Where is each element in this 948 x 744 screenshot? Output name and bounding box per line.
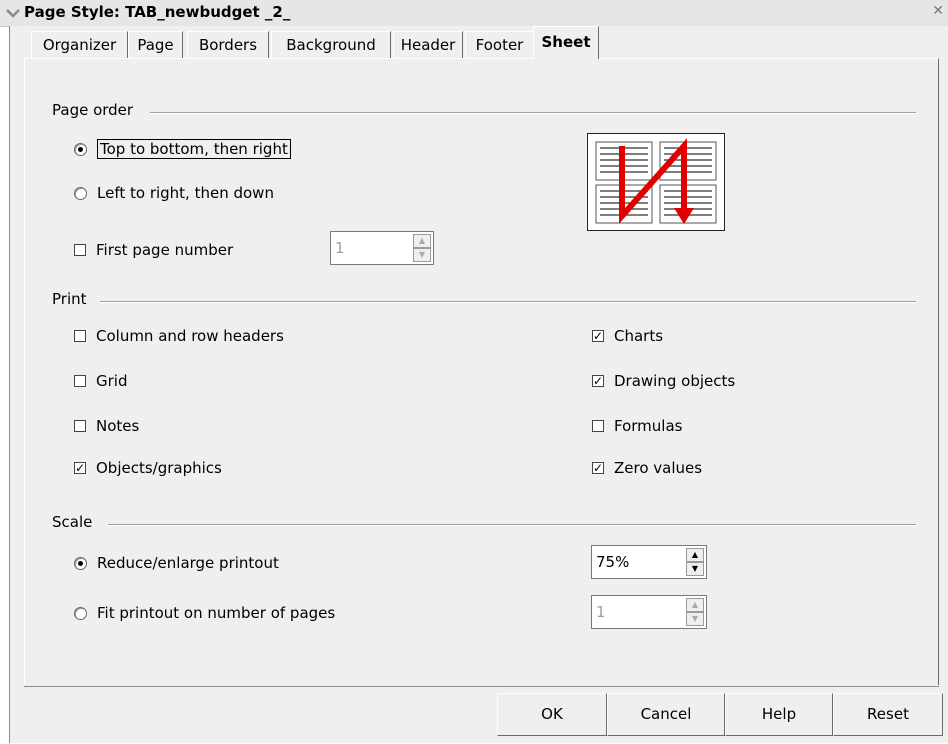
reduce-enlarge-spinner[interactable]: 75% ▲ ▼ — [591, 545, 707, 579]
zero-values-label: Zero values — [614, 459, 703, 477]
tab-sheet[interactable]: Sheet — [533, 26, 599, 59]
column-row-headers-label: Column and row headers — [96, 327, 284, 345]
close-icon[interactable]: ✕ — [932, 3, 944, 19]
reset-button[interactable]: Reset — [833, 693, 943, 736]
objects-graphics-option[interactable]: Objects/graphics — [74, 459, 222, 477]
window-title: Page Style: TAB_newbudget _2_ — [24, 3, 291, 21]
formulas-checkbox[interactable] — [592, 420, 604, 432]
tab-organizer[interactable]: Organizer — [31, 31, 128, 58]
left-to-right-label: Left to right, then down — [97, 184, 274, 202]
column-row-headers-checkbox[interactable] — [74, 330, 86, 342]
charts-option[interactable]: Charts — [592, 327, 663, 345]
page-style-window: Page Style: TAB_newbudget _2_ ✕ Organize… — [0, 0, 948, 743]
reduce-enlarge-label: Reduce/enlarge printout — [97, 554, 279, 572]
charts-label: Charts — [614, 327, 664, 345]
tab-footer[interactable]: Footer — [465, 31, 534, 58]
window-menu-icon[interactable] — [5, 5, 21, 21]
print-divider — [100, 301, 916, 303]
fit-pages-spinner[interactable]: 1 ▲ ▼ — [591, 595, 707, 629]
grid-label: Grid — [96, 372, 128, 390]
charts-checkbox[interactable] — [592, 330, 604, 342]
tab-background[interactable]: Background — [271, 31, 391, 58]
top-to-bottom-label: Top to bottom, then right — [97, 139, 291, 159]
fit-pages-radio[interactable] — [74, 606, 87, 620]
top-to-bottom-option[interactable]: Top to bottom, then right — [74, 139, 291, 159]
tab-header[interactable]: Header — [393, 31, 463, 58]
tab-page[interactable]: Page — [128, 31, 183, 58]
notes-label: Notes — [96, 417, 140, 435]
help-button[interactable]: Help — [725, 693, 833, 736]
page-order-label: Page order — [52, 101, 140, 119]
zero-values-checkbox[interactable] — [592, 462, 604, 474]
title-bar[interactable]: Page Style: TAB_newbudget _2_ ✕ — [0, 0, 948, 27]
reduce-enlarge-option[interactable]: Reduce/enlarge printout — [74, 554, 279, 572]
first-page-number-value[interactable]: 1 — [335, 239, 345, 257]
ok-button[interactable]: OK — [497, 693, 607, 736]
first-page-number-option[interactable]: First page number — [74, 241, 233, 259]
reduce-enlarge-radio[interactable] — [74, 556, 87, 570]
tab-borders[interactable]: Borders — [187, 31, 269, 58]
formulas-option[interactable]: Formulas — [592, 417, 682, 435]
reduce-enlarge-value[interactable]: 75% — [596, 553, 629, 571]
objects-graphics-checkbox[interactable] — [74, 462, 86, 474]
left-to-right-radio[interactable] — [74, 186, 87, 200]
grid-checkbox[interactable] — [74, 375, 86, 387]
objects-graphics-label: Objects/graphics — [96, 459, 222, 477]
top-to-bottom-radio[interactable] — [74, 142, 87, 156]
page-order-preview — [587, 133, 725, 231]
spin-up-icon[interactable]: ▲ — [413, 234, 431, 248]
left-to-right-option[interactable]: Left to right, then down — [74, 184, 274, 202]
grid-option[interactable]: Grid — [74, 372, 127, 390]
drawing-objects-label: Drawing objects — [614, 372, 736, 390]
notes-option[interactable]: Notes — [74, 417, 139, 435]
spin-down-icon[interactable]: ▼ — [686, 612, 704, 626]
scale-divider — [108, 524, 916, 526]
spin-up-icon[interactable]: ▲ — [686, 548, 704, 562]
spin-down-icon[interactable]: ▼ — [413, 248, 431, 262]
page-order-divider — [150, 112, 916, 114]
fit-pages-label: Fit printout on number of pages — [97, 604, 336, 622]
fit-pages-value[interactable]: 1 — [596, 603, 606, 621]
scale-label: Scale — [52, 513, 99, 531]
cancel-button[interactable]: Cancel — [607, 693, 725, 736]
fit-pages-option[interactable]: Fit printout on number of pages — [74, 604, 335, 622]
formulas-label: Formulas — [614, 417, 683, 435]
first-page-number-spinner[interactable]: 1 ▲ ▼ — [330, 231, 434, 265]
page-order-preview-icon — [595, 138, 717, 224]
drawing-objects-option[interactable]: Drawing objects — [592, 372, 735, 390]
notes-checkbox[interactable] — [74, 420, 86, 432]
print-label: Print — [52, 290, 93, 308]
column-row-headers-option[interactable]: Column and row headers — [74, 327, 284, 345]
first-page-number-label: First page number — [96, 241, 234, 259]
first-page-number-checkbox[interactable] — [74, 244, 86, 256]
drawing-objects-checkbox[interactable] — [592, 375, 604, 387]
spin-up-icon[interactable]: ▲ — [686, 598, 704, 612]
spin-down-icon[interactable]: ▼ — [686, 562, 704, 576]
zero-values-option[interactable]: Zero values — [592, 459, 702, 477]
